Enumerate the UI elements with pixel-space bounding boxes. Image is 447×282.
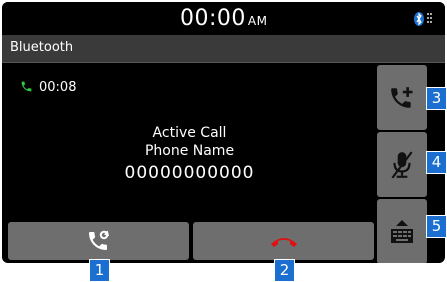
keypad-icon (391, 219, 413, 243)
callout-5: 5 (426, 215, 447, 238)
clock: 00:00 AM (180, 6, 267, 31)
callout-2: 2 (274, 259, 295, 282)
caller-info: Active Call Phone Name 00000000000 (2, 124, 377, 186)
add-call-button[interactable] (377, 65, 427, 130)
bluetooth-call-screen: 00:00 AM Bluetooth 00:08 Active Call Phon… (2, 2, 445, 263)
status-bar: 00:00 AM (2, 2, 445, 35)
call-status: Active Call (152, 125, 227, 141)
clock-time: 00:00 (180, 6, 246, 31)
callout-4: 4 (426, 151, 447, 174)
microphone-mute-icon (391, 151, 413, 178)
phone-icon (21, 81, 32, 92)
switch-call-button[interactable] (8, 222, 189, 260)
callout-3: 3 (426, 87, 447, 110)
call-duration: 00:08 (39, 80, 77, 95)
end-call-button[interactable] (193, 222, 374, 260)
bluetooth-status-icon (414, 12, 432, 26)
clock-period: AM (247, 14, 268, 28)
caller-name: Phone Name (144, 143, 235, 159)
hang-up-icon (270, 238, 297, 247)
title-bar: Bluetooth (2, 35, 445, 63)
caller-number: 00000000000 (124, 163, 255, 183)
call-transfer-icon (88, 230, 109, 250)
callout-1: 1 (89, 259, 110, 282)
page-title: Bluetooth (10, 40, 74, 55)
keypad-button[interactable] (377, 199, 427, 263)
mute-microphone-button[interactable] (377, 132, 427, 197)
call-timer: 00:08 (20, 80, 76, 95)
add-call-icon (391, 86, 413, 108)
